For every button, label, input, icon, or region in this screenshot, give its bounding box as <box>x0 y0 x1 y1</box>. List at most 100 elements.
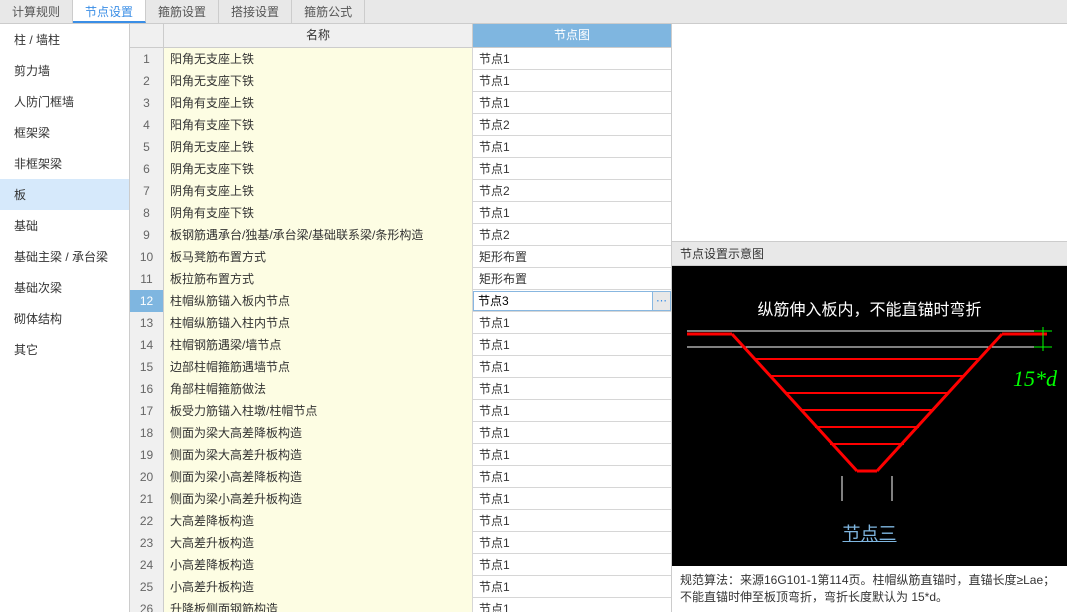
row-node-cell[interactable]: 节点1 <box>473 378 671 400</box>
row-node-cell[interactable]: 节点1 <box>473 554 671 576</box>
row-node-cell[interactable]: ⋯ <box>473 291 671 311</box>
table-row[interactable]: 7阴角有支座上铁节点2 <box>130 180 671 202</box>
row-name-cell[interactable]: 阳角有支座下铁 <box>164 114 473 136</box>
row-name-cell[interactable]: 侧面为梁大高差降板构造 <box>164 422 473 444</box>
sidebar-item-5[interactable]: 板 <box>0 179 129 210</box>
table-row[interactable]: 19侧面为梁大高差升板构造节点1 <box>130 444 671 466</box>
sidebar-item-8[interactable]: 基础次梁 <box>0 272 129 303</box>
table-row[interactable]: 23大高差升板构造节点1 <box>130 532 671 554</box>
table-row[interactable]: 6阴角无支座下铁节点1 <box>130 158 671 180</box>
row-name-cell[interactable]: 边部柱帽箍筋遇墙节点 <box>164 356 473 378</box>
row-node-cell[interactable]: 节点1 <box>473 158 671 180</box>
row-name-cell[interactable]: 侧面为梁小高差降板构造 <box>164 466 473 488</box>
sidebar-item-9[interactable]: 砌体结构 <box>0 303 129 334</box>
row-name-cell[interactable]: 阴角无支座上铁 <box>164 136 473 158</box>
tab-2[interactable]: 箍筋设置 <box>146 0 219 23</box>
ellipsis-button[interactable]: ⋯ <box>653 291 671 311</box>
table-row[interactable]: 9板钢筋遇承台/独基/承台梁/基础联系梁/条形构造节点2 <box>130 224 671 246</box>
row-name-cell[interactable]: 升降板侧面钢筋构造 <box>164 598 473 612</box>
table-row[interactable]: 5阴角无支座上铁节点1 <box>130 136 671 158</box>
row-node-cell[interactable]: 节点1 <box>473 444 671 466</box>
sidebar-item-6[interactable]: 基础 <box>0 210 129 241</box>
grid-body[interactable]: 1阳角无支座上铁节点12阳角无支座下铁节点13阳角有支座上铁节点14阳角有支座下… <box>130 48 671 612</box>
sidebar-item-3[interactable]: 框架梁 <box>0 117 129 148</box>
table-row[interactable]: 13柱帽纵筋锚入柱内节点节点1 <box>130 312 671 334</box>
row-node-cell[interactable]: 节点1 <box>473 400 671 422</box>
row-index: 17 <box>130 400 164 422</box>
table-row[interactable]: 3阳角有支座上铁节点1 <box>130 92 671 114</box>
table-row[interactable]: 12柱帽纵筋锚入板内节点⋯ <box>130 290 671 312</box>
row-name-cell[interactable]: 阴角无支座下铁 <box>164 158 473 180</box>
row-name-cell[interactable]: 柱帽钢筋遇梁/墙节点 <box>164 334 473 356</box>
row-node-cell[interactable]: 矩形布置 <box>473 268 671 290</box>
row-node-cell[interactable]: 节点2 <box>473 114 671 136</box>
row-name-cell[interactable]: 大高差降板构造 <box>164 510 473 532</box>
row-node-cell[interactable]: 节点1 <box>473 48 671 70</box>
row-node-cell[interactable]: 节点1 <box>473 334 671 356</box>
sidebar-item-4[interactable]: 非框架梁 <box>0 148 129 179</box>
row-node-cell[interactable]: 矩形布置 <box>473 246 671 268</box>
table-row[interactable]: 10板马凳筋布置方式矩形布置 <box>130 246 671 268</box>
row-name-cell[interactable]: 侧面为梁大高差升板构造 <box>164 444 473 466</box>
table-row[interactable]: 14柱帽钢筋遇梁/墙节点节点1 <box>130 334 671 356</box>
row-name-cell[interactable]: 小高差升板构造 <box>164 576 473 598</box>
row-name-cell[interactable]: 板受力筋锚入柱墩/柱帽节点 <box>164 400 473 422</box>
row-name-cell[interactable]: 阳角有支座上铁 <box>164 92 473 114</box>
row-node-cell[interactable]: 节点1 <box>473 510 671 532</box>
sidebar-item-1[interactable]: 剪力墙 <box>0 55 129 86</box>
sidebar-item-0[interactable]: 柱 / 墙柱 <box>0 24 129 55</box>
table-row[interactable]: 16角部柱帽箍筋做法节点1 <box>130 378 671 400</box>
table-row[interactable]: 18侧面为梁大高差降板构造节点1 <box>130 422 671 444</box>
row-node-cell[interactable]: 节点1 <box>473 92 671 114</box>
row-node-cell[interactable]: 节点1 <box>473 70 671 92</box>
row-name-cell[interactable]: 小高差降板构造 <box>164 554 473 576</box>
row-node-cell[interactable]: 节点1 <box>473 598 671 612</box>
table-row[interactable]: 24小高差降板构造节点1 <box>130 554 671 576</box>
row-name-cell[interactable]: 阴角有支座上铁 <box>164 180 473 202</box>
row-name-cell[interactable]: 阳角无支座上铁 <box>164 48 473 70</box>
row-name-cell[interactable]: 板马凳筋布置方式 <box>164 246 473 268</box>
row-index: 11 <box>130 268 164 290</box>
row-name-cell[interactable]: 阳角无支座下铁 <box>164 70 473 92</box>
row-node-cell[interactable]: 节点1 <box>473 356 671 378</box>
tab-1[interactable]: 节点设置 <box>73 0 146 23</box>
row-name-cell[interactable]: 板拉筋布置方式 <box>164 268 473 290</box>
row-node-cell[interactable]: 节点1 <box>473 532 671 554</box>
table-row[interactable]: 20侧面为梁小高差降板构造节点1 <box>130 466 671 488</box>
row-node-cell[interactable]: 节点1 <box>473 488 671 510</box>
row-node-cell[interactable]: 节点1 <box>473 136 671 158</box>
table-row[interactable]: 15边部柱帽箍筋遇墙节点节点1 <box>130 356 671 378</box>
table-row[interactable]: 2阳角无支座下铁节点1 <box>130 70 671 92</box>
row-node-cell[interactable]: 节点2 <box>473 180 671 202</box>
table-row[interactable]: 8阴角有支座下铁节点1 <box>130 202 671 224</box>
row-node-cell[interactable]: 节点1 <box>473 422 671 444</box>
row-name-cell[interactable]: 大高差升板构造 <box>164 532 473 554</box>
table-row[interactable]: 17板受力筋锚入柱墩/柱帽节点节点1 <box>130 400 671 422</box>
node-edit-input[interactable] <box>473 291 653 311</box>
row-node-cell[interactable]: 节点1 <box>473 202 671 224</box>
row-name-cell[interactable]: 柱帽纵筋锚入板内节点 <box>164 290 473 312</box>
row-name-cell[interactable]: 侧面为梁小高差升板构造 <box>164 488 473 510</box>
sidebar-item-10[interactable]: 其它 <box>0 334 129 365</box>
table-row[interactable]: 25小高差升板构造节点1 <box>130 576 671 598</box>
row-node-cell[interactable]: 节点2 <box>473 224 671 246</box>
table-row[interactable]: 22大高差降板构造节点1 <box>130 510 671 532</box>
table-row[interactable]: 21侧面为梁小高差升板构造节点1 <box>130 488 671 510</box>
sidebar-item-2[interactable]: 人防门框墙 <box>0 86 129 117</box>
row-node-cell[interactable]: 节点1 <box>473 576 671 598</box>
tab-0[interactable]: 计算规则 <box>0 0 73 23</box>
sidebar-item-7[interactable]: 基础主梁 / 承台梁 <box>0 241 129 272</box>
table-row[interactable]: 11板拉筋布置方式矩形布置 <box>130 268 671 290</box>
row-name-cell[interactable]: 板钢筋遇承台/独基/承台梁/基础联系梁/条形构造 <box>164 224 473 246</box>
table-row[interactable]: 1阳角无支座上铁节点1 <box>130 48 671 70</box>
grid-header-node[interactable]: 节点图 <box>473 24 671 47</box>
tab-4[interactable]: 箍筋公式 <box>292 0 365 23</box>
table-row[interactable]: 26升降板侧面钢筋构造节点1 <box>130 598 671 612</box>
row-name-cell[interactable]: 柱帽纵筋锚入柱内节点 <box>164 312 473 334</box>
table-row[interactable]: 4阳角有支座下铁节点2 <box>130 114 671 136</box>
row-name-cell[interactable]: 角部柱帽箍筋做法 <box>164 378 473 400</box>
row-node-cell[interactable]: 节点1 <box>473 312 671 334</box>
row-node-cell[interactable]: 节点1 <box>473 466 671 488</box>
tab-3[interactable]: 搭接设置 <box>219 0 292 23</box>
row-name-cell[interactable]: 阴角有支座下铁 <box>164 202 473 224</box>
